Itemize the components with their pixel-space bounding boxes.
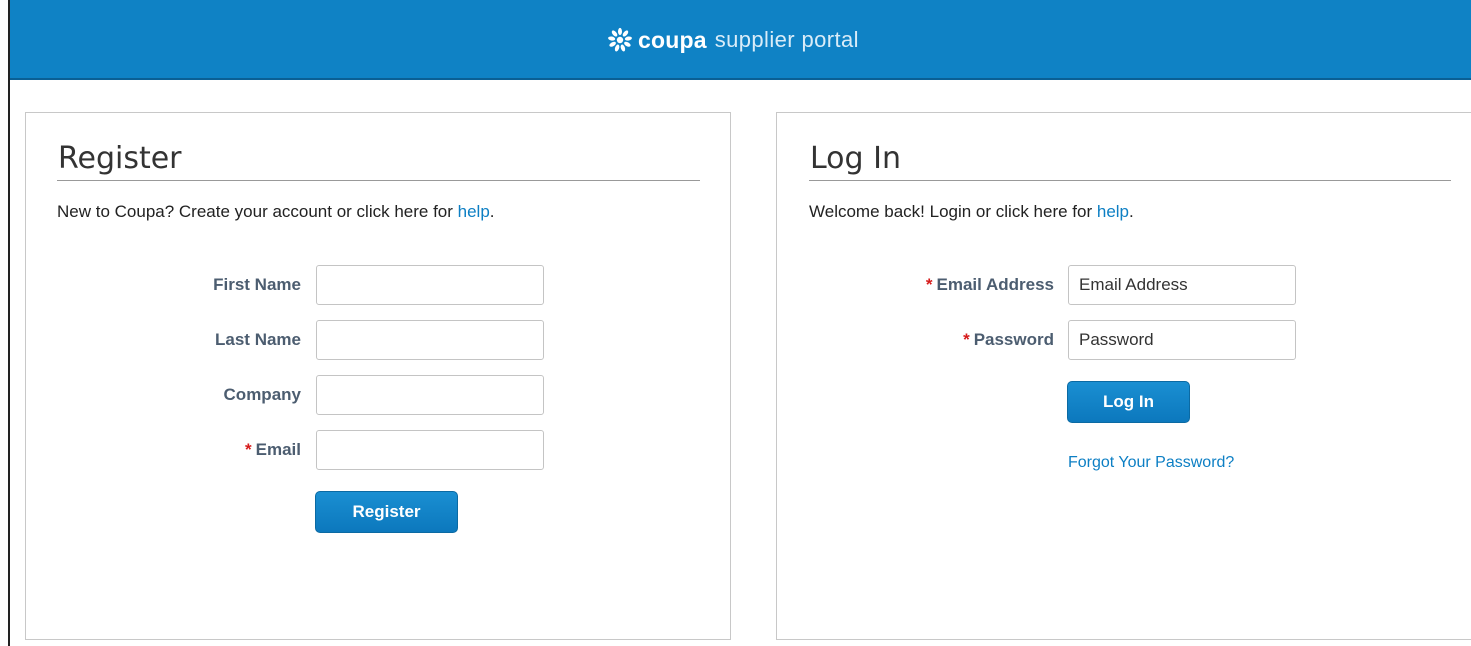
first-name-label: First Name: [213, 265, 301, 305]
company-label: Company: [224, 375, 301, 415]
register-button[interactable]: Register: [315, 491, 458, 533]
login-password-row: * Password: [777, 320, 1054, 360]
login-help-link[interactable]: help: [1097, 202, 1129, 221]
last-name-label-text: Last Name: [215, 330, 301, 349]
register-title: Register: [58, 141, 182, 176]
login-button[interactable]: Log In: [1067, 381, 1190, 423]
login-intro: Welcome back! Login or click here for he…: [809, 202, 1134, 222]
required-asterisk: *: [925, 275, 933, 294]
login-title-divider: [809, 180, 1451, 181]
company-label-text: Company: [223, 385, 301, 404]
login-title: Log In: [810, 141, 901, 176]
logo-wordmark-bold: coupa: [638, 26, 707, 53]
coupa-logo[interactable]: coupa supplier portal: [606, 22, 859, 58]
required-asterisk: *: [245, 440, 252, 459]
register-first-name-row: First Name: [26, 265, 301, 305]
first-name-label-text: First Name: [213, 275, 301, 294]
portal-header: coupa supplier portal: [10, 0, 1471, 80]
register-company-row: Company: [26, 375, 301, 415]
login-email-label-text: Email Address: [936, 275, 1054, 294]
register-email-input[interactable]: [316, 430, 544, 470]
register-email-label: * Email: [245, 430, 301, 470]
register-help-link[interactable]: help: [458, 202, 490, 221]
window-edge: [8, 0, 10, 646]
register-intro: New to Coupa? Create your account or cli…: [57, 202, 495, 222]
register-email-row: * Email: [26, 430, 301, 470]
login-panel: Log In Welcome back! Login or click here…: [776, 112, 1471, 640]
company-input[interactable]: [316, 375, 544, 415]
last-name-input[interactable]: [316, 320, 544, 360]
login-intro-suffix: .: [1129, 202, 1134, 221]
required-asterisk: *: [963, 330, 970, 349]
register-last-name-row: Last Name: [26, 320, 301, 360]
password-input[interactable]: [1068, 320, 1296, 360]
login-email-input[interactable]: [1068, 265, 1296, 305]
page: coupa supplier portal Register New to Co…: [0, 0, 1471, 646]
register-intro-text: New to Coupa? Create your account or cli…: [57, 202, 458, 221]
register-intro-suffix: .: [489, 202, 495, 221]
login-intro-text: Welcome back! Login or click here for: [809, 202, 1097, 221]
login-email-row: * Email Address: [777, 265, 1054, 305]
forgot-password-link[interactable]: Forgot Your Password?: [1068, 454, 1234, 472]
password-label: * Password: [963, 320, 1054, 360]
login-email-label: * Email Address: [926, 265, 1054, 305]
last-name-label: Last Name: [215, 320, 301, 360]
logo-wordmark-light: supplier portal: [714, 27, 859, 52]
first-name-input[interactable]: [316, 265, 544, 305]
register-panel: Register New to Coupa? Create your accou…: [25, 112, 731, 640]
password-label-text: Password: [973, 330, 1054, 349]
register-title-divider: [57, 180, 700, 181]
register-email-label-text: Email: [255, 440, 301, 459]
coupa-burst-icon: [608, 27, 632, 52]
